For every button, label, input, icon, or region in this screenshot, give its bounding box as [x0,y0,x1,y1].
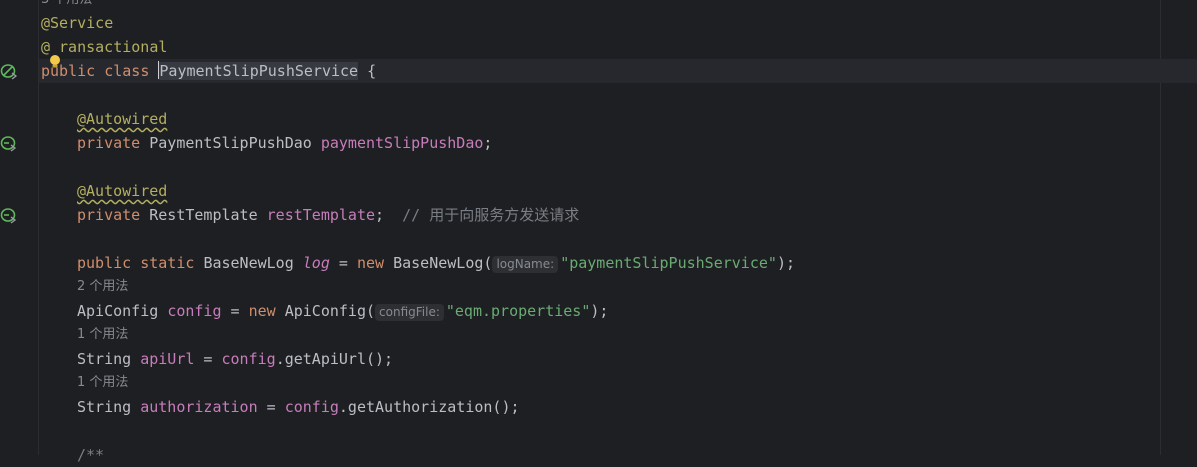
type-name: String [77,350,132,368]
code-line[interactable]: @ ransactional [41,35,168,68]
field-reference: config [284,398,339,416]
code-line[interactable]: @Autowired [41,179,167,203]
field-name: config [167,302,222,320]
code-line[interactable]: ApiConfig config = new ApiConfig(configF… [41,299,608,323]
string-literal: "eqm.properties" [445,302,591,320]
field-name: log [302,254,330,272]
code-line[interactable]: String authorization = config.getAuthori… [41,395,520,419]
keyword: static [140,254,195,272]
usages-hint[interactable]: 1 个用法 [77,323,128,347]
field-name: paymentSlipPushDao [320,134,484,152]
parameter-hint: logName: [492,256,559,273]
field-name: apiUrl [140,350,195,368]
code-line[interactable]: String apiUrl = config.getApiUrl(); [41,347,393,371]
type-name: PaymentSlipPushDao [149,134,312,152]
javadoc-comment: /** [77,446,105,464]
field-reference: config [221,350,276,368]
semicolon: ; [375,206,385,224]
code-line[interactable]: public class PaymentSlipPushService { [41,59,376,83]
keyword: new [248,302,276,320]
keyword: new [356,254,385,272]
spring-bean-icon[interactable] [0,62,18,80]
spring-autowired-icon[interactable] [0,206,18,224]
method-call: .getApiUrl(); [275,350,394,368]
keyword: private [77,134,141,152]
brace: { [358,62,377,80]
spring-autowired-icon[interactable] [0,134,18,152]
usages-hint[interactable]: 2 个用法 [77,275,128,299]
code-line[interactable]: @Service [41,11,113,35]
editor-gutter [0,0,39,455]
string-literal: "paymentSlipPushService" [560,254,777,272]
class-name[interactable]: PaymentSlipPushService [159,62,359,80]
operator: = [257,398,285,416]
code-line[interactable]: /** [41,443,104,467]
method-call: .getAuthorization(); [338,398,520,416]
parameter-hint: configFile: [375,304,444,321]
annotation: ransactional [59,38,168,56]
close-paren: ); [590,302,609,320]
type-name: BaseNewLog [203,254,294,272]
operator: = [221,302,249,320]
keyword: public [77,254,132,272]
operator: = [329,254,357,272]
code-editor[interactable]: 3 个用法 @Service @ransactional public clas… [39,0,1197,464]
type-name: String [77,398,132,416]
keyword: public [41,62,96,80]
annotation: @Service [41,14,114,32]
code-line[interactable]: @Autowired [41,107,167,131]
operator: = [194,350,222,368]
code-line[interactable]: private PaymentSlipPushDao paymentSlipPu… [41,131,492,155]
field-name: restTemplate [266,206,376,224]
annotation: @Autowired [77,182,168,200]
semicolon: ; [483,134,493,152]
constructor-call: BaseNewLog( [393,254,493,272]
type-name: RestTemplate [149,206,258,224]
code-line[interactable]: private RestTemplate restTemplate; // 用于… [41,203,579,227]
line-comment: // 用于向服务方发送请求 [402,206,580,224]
usages-hint[interactable]: 1 个用法 [77,371,128,395]
type-name: ApiConfig [77,302,159,320]
constructor-call: ApiConfig( [284,302,376,320]
annotation: @Autowired [77,110,168,128]
code-line[interactable]: public static BaseNewLog log = new BaseN… [41,251,795,275]
keyword: private [77,206,141,224]
keyword: class [104,62,150,80]
close-paren: ); [776,254,795,272]
field-name: authorization [140,398,258,416]
